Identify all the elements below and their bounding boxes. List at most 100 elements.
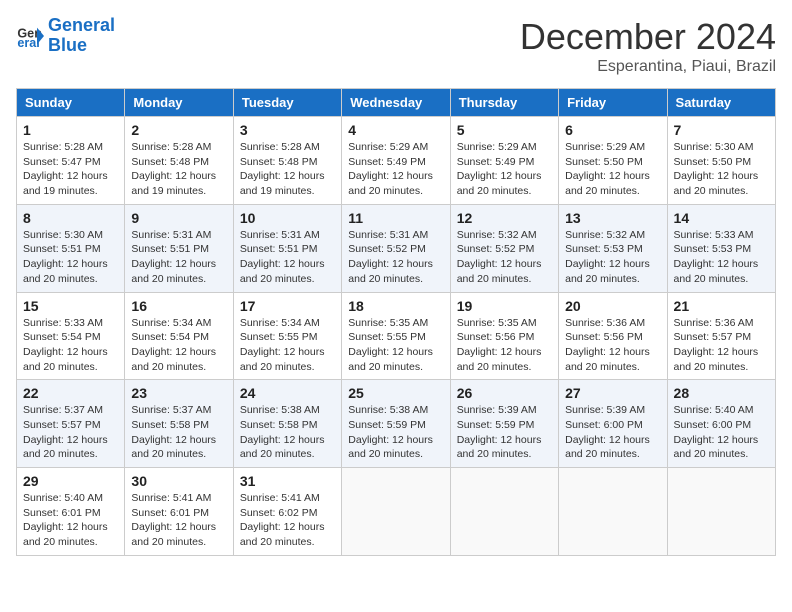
day-number: 12	[457, 210, 552, 226]
day-number: 16	[131, 298, 226, 314]
day-number: 4	[348, 122, 443, 138]
day-number: 30	[131, 473, 226, 489]
day-number: 31	[240, 473, 335, 489]
day-info: Sunrise: 5:39 AM Sunset: 6:00 PM Dayligh…	[565, 403, 660, 462]
weekday-header-monday: Monday	[125, 89, 233, 117]
day-number: 5	[457, 122, 552, 138]
day-info: Sunrise: 5:31 AM Sunset: 5:51 PM Dayligh…	[131, 228, 226, 287]
day-info: Sunrise: 5:32 AM Sunset: 5:53 PM Dayligh…	[565, 228, 660, 287]
day-info: Sunrise: 5:35 AM Sunset: 5:56 PM Dayligh…	[457, 316, 552, 375]
calendar-cell: 8 Sunrise: 5:30 AM Sunset: 5:51 PM Daylig…	[17, 204, 125, 292]
calendar-cell: 3 Sunrise: 5:28 AM Sunset: 5:48 PM Daylig…	[233, 117, 341, 205]
day-number: 25	[348, 385, 443, 401]
calendar-cell: 9 Sunrise: 5:31 AM Sunset: 5:51 PM Daylig…	[125, 204, 233, 292]
day-info: Sunrise: 5:39 AM Sunset: 5:59 PM Dayligh…	[457, 403, 552, 462]
calendar-body: 1Sunrise: 5:28 AM Sunset: 5:47 PM Daylig…	[17, 117, 776, 556]
day-info: Sunrise: 5:34 AM Sunset: 5:54 PM Dayligh…	[131, 316, 226, 375]
calendar-cell: 10Sunrise: 5:31 AM Sunset: 5:51 PM Dayli…	[233, 204, 341, 292]
day-number: 9	[131, 210, 226, 226]
weekday-header-tuesday: Tuesday	[233, 89, 341, 117]
calendar-cell: 19 Sunrise: 5:35 AM Sunset: 5:56 PM Dayli…	[450, 292, 558, 380]
month-title: December 2024	[520, 16, 776, 58]
day-info: Sunrise: 5:40 AM Sunset: 6:00 PM Dayligh…	[674, 403, 769, 462]
day-info: Sunrise: 5:29 AM Sunset: 5:50 PM Dayligh…	[565, 140, 660, 199]
day-number: 6	[565, 122, 660, 138]
calendar-cell: 30 Sunrise: 5:41 AM Sunset: 6:01 PM Dayli…	[125, 468, 233, 556]
day-number: 29	[23, 473, 118, 489]
calendar-cell: 28Sunrise: 5:40 AM Sunset: 6:00 PM Dayli…	[667, 380, 775, 468]
day-number: 21	[674, 298, 769, 314]
day-number: 27	[565, 385, 660, 401]
calendar-cell: 7 Sunrise: 5:30 AM Sunset: 5:50 PM Daylig…	[667, 117, 775, 205]
day-number: 3	[240, 122, 335, 138]
day-info: Sunrise: 5:38 AM Sunset: 5:58 PM Dayligh…	[240, 403, 335, 462]
calendar-cell: 14 Sunrise: 5:33 AM Sunset: 5:53 PM Dayli…	[667, 204, 775, 292]
calendar-header-row: SundayMondayTuesdayWednesdayThursdayFrid…	[17, 89, 776, 117]
day-info: Sunrise: 5:30 AM Sunset: 5:51 PM Dayligh…	[23, 228, 118, 287]
day-number: 7	[674, 122, 769, 138]
day-number: 8	[23, 210, 118, 226]
day-number: 20	[565, 298, 660, 314]
day-info: Sunrise: 5:31 AM Sunset: 5:52 PM Dayligh…	[348, 228, 443, 287]
day-info: Sunrise: 5:30 AM Sunset: 5:50 PM Dayligh…	[674, 140, 769, 199]
day-number: 2	[131, 122, 226, 138]
day-info: Sunrise: 5:28 AM Sunset: 5:48 PM Dayligh…	[131, 140, 226, 199]
page-header: Gen eral GeneralBlue December 2024 Esper…	[16, 16, 776, 76]
calendar-cell: 2 Sunrise: 5:28 AM Sunset: 5:48 PM Daylig…	[125, 117, 233, 205]
calendar-cell: 20Sunrise: 5:36 AM Sunset: 5:56 PM Dayli…	[559, 292, 667, 380]
location-subtitle: Esperantina, Piaui, Brazil	[520, 58, 776, 76]
calendar-cell: 18 Sunrise: 5:35 AM Sunset: 5:55 PM Dayli…	[342, 292, 450, 380]
day-info: Sunrise: 5:40 AM Sunset: 6:01 PM Dayligh…	[23, 491, 118, 550]
calendar-cell	[450, 468, 558, 556]
day-info: Sunrise: 5:36 AM Sunset: 5:57 PM Dayligh…	[674, 316, 769, 375]
calendar-week-4: 22 Sunrise: 5:37 AM Sunset: 5:57 PM Dayli…	[17, 380, 776, 468]
weekday-header-thursday: Thursday	[450, 89, 558, 117]
calendar-week-5: 29 Sunrise: 5:40 AM Sunset: 6:01 PM Dayli…	[17, 468, 776, 556]
day-number: 23	[131, 385, 226, 401]
day-info: Sunrise: 5:37 AM Sunset: 5:57 PM Dayligh…	[23, 403, 118, 462]
day-number: 26	[457, 385, 552, 401]
calendar-cell: 1Sunrise: 5:28 AM Sunset: 5:47 PM Daylig…	[17, 117, 125, 205]
day-number: 14	[674, 210, 769, 226]
day-info: Sunrise: 5:28 AM Sunset: 5:48 PM Dayligh…	[240, 140, 335, 199]
day-info: Sunrise: 5:38 AM Sunset: 5:59 PM Dayligh…	[348, 403, 443, 462]
logo: Gen eral GeneralBlue	[16, 16, 115, 56]
day-number: 10	[240, 210, 335, 226]
day-number: 1	[23, 122, 118, 138]
day-info: Sunrise: 5:34 AM Sunset: 5:55 PM Dayligh…	[240, 316, 335, 375]
day-number: 13	[565, 210, 660, 226]
calendar-cell: 24Sunrise: 5:38 AM Sunset: 5:58 PM Dayli…	[233, 380, 341, 468]
calendar-cell: 5Sunrise: 5:29 AM Sunset: 5:49 PM Daylig…	[450, 117, 558, 205]
calendar-cell: 4Sunrise: 5:29 AM Sunset: 5:49 PM Daylig…	[342, 117, 450, 205]
day-info: Sunrise: 5:33 AM Sunset: 5:54 PM Dayligh…	[23, 316, 118, 375]
calendar-table: SundayMondayTuesdayWednesdayThursdayFrid…	[16, 88, 776, 556]
logo-icon: Gen eral	[16, 22, 44, 50]
day-number: 15	[23, 298, 118, 314]
weekday-header-saturday: Saturday	[667, 89, 775, 117]
calendar-cell: 31 Sunrise: 5:41 AM Sunset: 6:02 PM Dayli…	[233, 468, 341, 556]
day-number: 17	[240, 298, 335, 314]
calendar-cell: 11 Sunrise: 5:31 AM Sunset: 5:52 PM Dayli…	[342, 204, 450, 292]
day-info: Sunrise: 5:41 AM Sunset: 6:01 PM Dayligh…	[131, 491, 226, 550]
calendar-cell: 15 Sunrise: 5:33 AM Sunset: 5:54 PM Dayli…	[17, 292, 125, 380]
calendar-cell: 23Sunrise: 5:37 AM Sunset: 5:58 PM Dayli…	[125, 380, 233, 468]
calendar-cell: 13 Sunrise: 5:32 AM Sunset: 5:53 PM Dayli…	[559, 204, 667, 292]
day-number: 18	[348, 298, 443, 314]
calendar-cell: 16 Sunrise: 5:34 AM Sunset: 5:54 PM Dayli…	[125, 292, 233, 380]
day-number: 22	[23, 385, 118, 401]
day-info: Sunrise: 5:35 AM Sunset: 5:55 PM Dayligh…	[348, 316, 443, 375]
day-number: 11	[348, 210, 443, 226]
day-info: Sunrise: 5:33 AM Sunset: 5:53 PM Dayligh…	[674, 228, 769, 287]
calendar-week-1: 1Sunrise: 5:28 AM Sunset: 5:47 PM Daylig…	[17, 117, 776, 205]
weekday-header-wednesday: Wednesday	[342, 89, 450, 117]
calendar-cell: 21 Sunrise: 5:36 AM Sunset: 5:57 PM Dayli…	[667, 292, 775, 380]
day-info: Sunrise: 5:41 AM Sunset: 6:02 PM Dayligh…	[240, 491, 335, 550]
calendar-cell: 27 Sunrise: 5:39 AM Sunset: 6:00 PM Dayli…	[559, 380, 667, 468]
calendar-week-3: 15 Sunrise: 5:33 AM Sunset: 5:54 PM Dayli…	[17, 292, 776, 380]
svg-text:eral: eral	[17, 36, 39, 50]
day-number: 19	[457, 298, 552, 314]
calendar-cell: 12Sunrise: 5:32 AM Sunset: 5:52 PM Dayli…	[450, 204, 558, 292]
calendar-cell: 6 Sunrise: 5:29 AM Sunset: 5:50 PM Daylig…	[559, 117, 667, 205]
calendar-cell: 26 Sunrise: 5:39 AM Sunset: 5:59 PM Dayli…	[450, 380, 558, 468]
calendar-cell	[559, 468, 667, 556]
